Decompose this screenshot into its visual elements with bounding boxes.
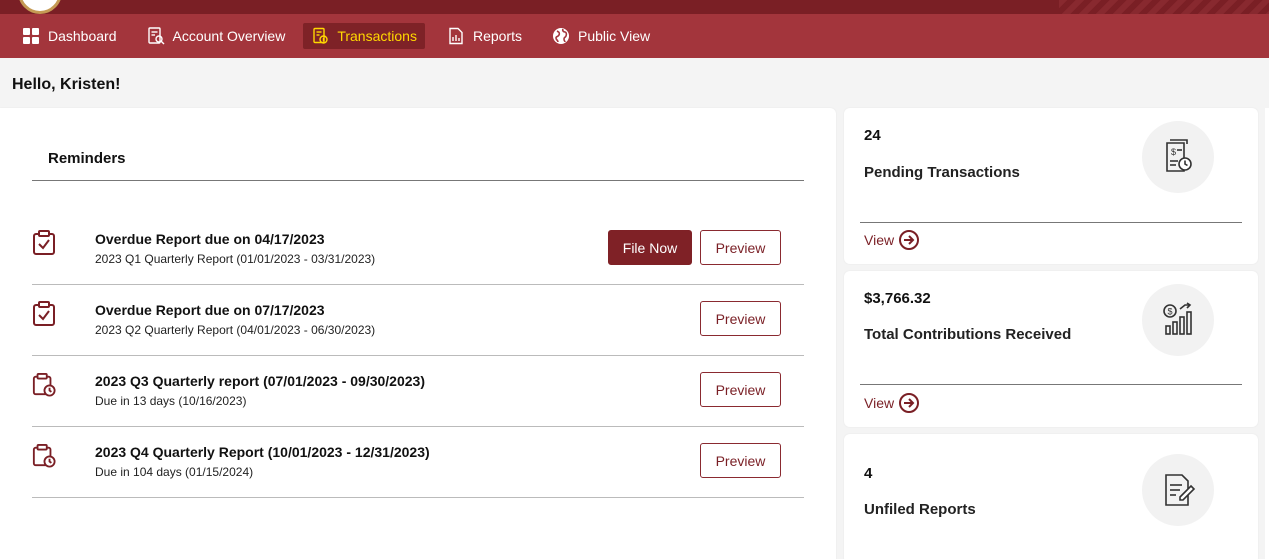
nav-item-label: Public View — [577, 28, 651, 44]
reminders-title: Reminders — [48, 150, 126, 167]
reminder-title: 2023 Q4 Quarterly Report (10/01/2023 - 1… — [95, 444, 430, 460]
grid-icon — [23, 28, 39, 44]
reminder-title: Overdue Report due on 04/17/2023 — [95, 231, 325, 247]
divider — [32, 180, 804, 181]
svg-text:$: $ — [1171, 147, 1176, 157]
document-dollar-clock-icon: $ — [1166, 139, 1192, 172]
top-banner — [0, 0, 1269, 14]
greeting: Hello, Kristen! — [12, 76, 121, 93]
banner-pattern — [1059, 0, 1269, 14]
file-now-button[interactable]: File Now — [608, 230, 692, 265]
clipboard-check-icon — [33, 301, 55, 326]
nav-item-label: Dashboard — [48, 28, 117, 44]
stat-icon-circle — [1142, 454, 1214, 526]
total-contributions-card: $3,766.32 Total Contributions Received $… — [844, 271, 1258, 427]
reminder-subtitle: 2023 Q1 Quarterly Report (01/01/2023 - 0… — [95, 252, 376, 266]
view-link-label: View — [864, 395, 895, 411]
report-icon — [449, 27, 463, 45]
clipboard-clock-icon — [32, 373, 56, 397]
preview-button[interactable]: Preview — [700, 230, 781, 265]
document-edit-icon — [1165, 474, 1196, 506]
stat-icon-circle: $ — [1142, 284, 1214, 356]
svg-text:$: $ — [1168, 307, 1173, 317]
preview-button[interactable]: Preview — [700, 301, 781, 336]
nav-item-account-overview[interactable]: Account Overview — [139, 23, 294, 49]
stat-label: Pending Transactions — [864, 164, 1020, 181]
reminder-row: Overdue Report due on 07/17/2023 2023 Q2… — [32, 285, 804, 356]
reminders-card: Reminders Overdue Report due on 04/17/20… — [0, 108, 836, 559]
clipboard-check-icon — [33, 230, 55, 255]
right-panel-edge — [1265, 108, 1269, 559]
view-link-label: View — [864, 232, 895, 248]
stat-icon-circle: $ — [1142, 121, 1214, 193]
nav-item-dashboard[interactable]: Dashboard — [14, 23, 125, 49]
nav-item-label: Transactions — [337, 28, 417, 44]
stat-value: $3,766.32 — [864, 290, 931, 307]
stat-value: 4 — [864, 465, 873, 482]
view-link[interactable]: View — [864, 230, 920, 250]
clipboard-clock-icon — [32, 444, 56, 468]
dollar-chart-icon: $ — [1163, 302, 1192, 335]
reminder-title: Overdue Report due on 07/17/2023 — [95, 302, 325, 318]
preview-button[interactable]: Preview — [700, 443, 781, 478]
divider — [860, 222, 1242, 223]
unfiled-reports-card: 4 Unfiled Reports — [844, 434, 1258, 559]
reminder-subtitle: 2023 Q2 Quarterly Report (04/01/2023 - 0… — [95, 323, 376, 337]
nav-item-label: Account Overview — [172, 28, 286, 44]
stat-label: Unfiled Reports — [864, 501, 976, 518]
reminder-subtitle: Due in 104 days (01/15/2024) — [95, 465, 254, 479]
reminder-row: Overdue Report due on 04/17/2023 2023 Q1… — [32, 214, 804, 285]
reminder-row: 2023 Q3 Quarterly report (07/01/2023 - 0… — [32, 356, 804, 427]
nav-item-reports[interactable]: Reports — [439, 23, 530, 49]
seal-logo — [18, 0, 62, 14]
reminder-title: 2023 Q3 Quarterly report (07/01/2023 - 0… — [95, 373, 425, 389]
transactions-icon — [313, 27, 329, 44]
arrow-right-icon — [899, 393, 920, 413]
view-link[interactable]: View — [864, 393, 920, 413]
nav-item-transactions[interactable]: Transactions — [303, 23, 425, 49]
globe-icon — [552, 28, 569, 44]
main-nav: Dashboard Account Overview Transactions … — [0, 14, 1269, 58]
arrow-right-icon — [899, 230, 920, 250]
divider — [860, 384, 1242, 385]
preview-button[interactable]: Preview — [700, 372, 781, 407]
reminder-row: 2023 Q4 Quarterly Report (10/01/2023 - 1… — [32, 427, 804, 498]
stat-label: Total Contributions Received — [864, 326, 1072, 343]
nav-item-label: Reports — [472, 28, 522, 44]
account-search-icon — [147, 27, 164, 45]
reminder-subtitle: Due in 13 days (10/16/2023) — [95, 394, 247, 408]
nav-item-public-view[interactable]: Public View — [544, 23, 658, 49]
stat-value: 24 — [864, 127, 881, 144]
pending-transactions-card: 24 Pending Transactions $ View — [844, 108, 1258, 264]
